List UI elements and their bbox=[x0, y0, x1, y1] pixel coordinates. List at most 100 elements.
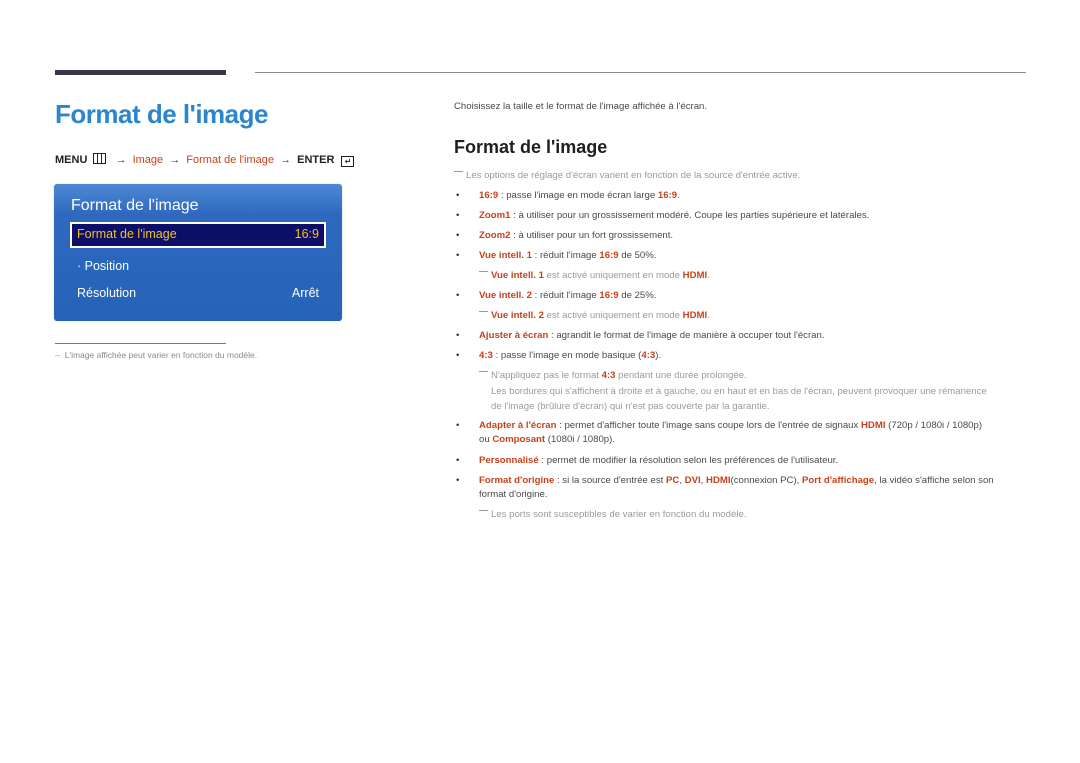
note-text: pendant une durée prolongée. bbox=[615, 370, 747, 381]
bullet-icon: • bbox=[456, 420, 460, 431]
desc: (connexion PC), bbox=[730, 475, 802, 486]
page-title: Format de l'image bbox=[55, 99, 268, 129]
desc: : passe l'image en mode basique ( bbox=[492, 350, 642, 361]
term: 16:9 bbox=[657, 190, 678, 201]
bullet-icon: • bbox=[456, 210, 460, 221]
bullet-icon: • bbox=[456, 350, 460, 361]
desc: : si la source d'entrée est bbox=[554, 475, 666, 486]
note-ports: Les ports sont susceptibles de varier en… bbox=[479, 509, 746, 520]
term: HDMI bbox=[706, 475, 731, 486]
desc: : à utiliser pour un grossissement modér… bbox=[510, 210, 870, 221]
path-image: Image bbox=[132, 154, 164, 166]
desc: (720p / 1080i / 1080p) bbox=[885, 420, 983, 431]
term: PC bbox=[666, 475, 680, 486]
footnote-dash: – bbox=[55, 350, 60, 360]
desc: : passe l'image en mode écran large bbox=[498, 190, 658, 201]
note-4-3-line3: de l'image (brûlure d'écran) qui n'est p… bbox=[491, 401, 770, 412]
term: Personnalisé bbox=[479, 455, 539, 466]
term: HDMI bbox=[860, 420, 886, 431]
note-options: Les options de réglage d'écran varient e… bbox=[454, 170, 800, 181]
note-text: est activé uniquement en mode bbox=[543, 310, 683, 321]
osd-item-label: Résolution bbox=[77, 286, 137, 300]
term: Zoom2 bbox=[479, 230, 511, 241]
path-format: Format de l'image bbox=[186, 154, 274, 166]
term: Vue intell. 1 bbox=[491, 270, 544, 281]
note-mark-icon bbox=[479, 271, 488, 272]
note-text: Les ports sont susceptibles de varier en… bbox=[491, 509, 747, 520]
enter-label: ENTER bbox=[297, 154, 335, 166]
term: 16:9 bbox=[599, 290, 619, 301]
menu-icon bbox=[93, 153, 107, 164]
term: Format d'origine bbox=[479, 475, 555, 486]
section-title: Format de l'image bbox=[454, 137, 608, 157]
term: Ajuster à écran bbox=[479, 330, 549, 341]
term: 4:3 bbox=[601, 370, 616, 381]
term: Port d'affichage bbox=[801, 475, 875, 486]
osd-title: Format de l'image bbox=[71, 197, 199, 214]
desc: : permet de modifier la résolution selon… bbox=[538, 455, 839, 466]
note-mark-icon bbox=[454, 171, 463, 172]
osd-item-format[interactable]: Format de l'image 16:9 bbox=[70, 222, 326, 248]
term: Zoom1 bbox=[479, 210, 511, 221]
term: Vue intell. 2 bbox=[479, 290, 532, 301]
osd-item-label: Format de l'image bbox=[77, 227, 177, 241]
osd-item-value: 16:9 bbox=[294, 227, 319, 241]
desc: ). bbox=[655, 350, 662, 361]
bullet-icon: • bbox=[456, 290, 460, 301]
note-text: N'appliquez pas le format bbox=[491, 370, 602, 381]
term: 4:3 bbox=[479, 350, 493, 361]
note-text: . bbox=[707, 310, 710, 321]
path-arrow: → bbox=[280, 154, 292, 166]
term: DVI bbox=[684, 475, 701, 486]
desc: : agrandit le format de l'image de maniè… bbox=[548, 330, 825, 341]
desc: de 50%. bbox=[618, 250, 657, 261]
note-mark-icon bbox=[479, 371, 488, 372]
header-accent-bar bbox=[55, 70, 226, 75]
osd-item-position[interactable]: · Position bbox=[70, 254, 326, 280]
term: HDMI bbox=[682, 310, 708, 321]
menu-path: MENU → Image → Format de l'image → ENTER… bbox=[55, 152, 355, 168]
note-4-3-line2: Les bordures qui s'affichent à droite et… bbox=[491, 386, 987, 397]
desc: (1080i / 1080p). bbox=[545, 434, 615, 445]
desc: . bbox=[677, 190, 680, 201]
footnote-text: L'image affichée peut varier en fonction… bbox=[64, 350, 258, 360]
note-text: . bbox=[707, 270, 710, 281]
desc: , la vidéo s'affiche selon son bbox=[874, 475, 994, 486]
bullet-icon: • bbox=[456, 230, 460, 241]
term: Adapter à l'écran bbox=[479, 420, 557, 431]
desc: : permet d'afficher toute l'image sans c… bbox=[556, 420, 861, 431]
footnote: – L'image affichée peut varier en fonctio… bbox=[55, 350, 257, 360]
list-item-adapter-cont: ou Composant (1080i / 1080p). bbox=[479, 434, 615, 445]
note-text: Les options de réglage d'écran varient e… bbox=[466, 170, 801, 181]
term: 16:9 bbox=[479, 190, 499, 201]
desc: ou bbox=[479, 434, 493, 445]
note-mark-icon bbox=[479, 510, 488, 511]
footnote-rule bbox=[55, 343, 226, 344]
note-4-3: N'appliquez pas le format 4:3 pendant un… bbox=[479, 370, 747, 381]
path-arrow: → bbox=[169, 154, 181, 166]
header-rule bbox=[255, 72, 1026, 73]
enter-icon: ↵ bbox=[341, 156, 355, 167]
path-arrow: → bbox=[115, 154, 127, 166]
bullet-icon: • bbox=[456, 330, 460, 341]
term: 4:3 bbox=[641, 350, 656, 361]
desc: de 25%. bbox=[618, 290, 657, 301]
term: Vue intell. 1 bbox=[479, 250, 532, 261]
intro-text: Choisissez la taille et le format de l'i… bbox=[454, 101, 708, 112]
note-vue-intell-1: Vue intell. 1 est activé uniquement en m… bbox=[479, 270, 710, 281]
menu-label: MENU bbox=[55, 154, 88, 166]
term: 16:9 bbox=[599, 250, 619, 261]
note-vue-intell-2: Vue intell. 2 est activé uniquement en m… bbox=[479, 310, 710, 321]
desc: : réduit l'image bbox=[531, 250, 600, 261]
osd-menu-panel: Format de l'image Format de l'image 16:9… bbox=[54, 184, 342, 321]
bullet-icon: • bbox=[456, 250, 460, 261]
bullet-icon: • bbox=[456, 455, 460, 466]
term: Vue intell. 2 bbox=[491, 310, 544, 321]
osd-item-label: · Position bbox=[77, 259, 130, 273]
bullet-icon: • bbox=[456, 475, 460, 486]
list-item-format-origine-cont: format d'origine. bbox=[479, 489, 548, 500]
term: HDMI bbox=[682, 270, 708, 281]
osd-item-value: Arrêt bbox=[291, 286, 319, 300]
osd-item-resolution[interactable]: Résolution Arrêt bbox=[70, 281, 326, 307]
desc: : réduit l'image bbox=[531, 290, 600, 301]
